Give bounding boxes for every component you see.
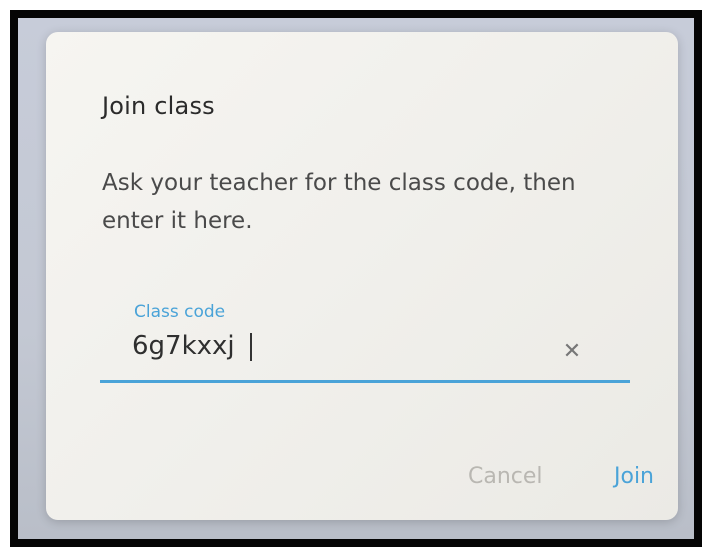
class-code-input[interactable] (132, 326, 552, 366)
close-icon[interactable]: ✕ (560, 340, 584, 364)
class-code-label: Class code (134, 302, 226, 322)
input-underline (100, 380, 630, 383)
join-class-dialog: Join class Ask your teacher for the clas… (46, 32, 678, 520)
screen-frame: Join class Ask your teacher for the clas… (10, 10, 702, 547)
text-cursor (250, 333, 252, 361)
dialog-description: Ask your teacher for the class code, the… (102, 170, 576, 234)
join-button[interactable]: Join (614, 464, 654, 489)
dialog-title: Join class (102, 92, 215, 120)
class-code-field[interactable]: Class code ✕ (100, 280, 630, 390)
cancel-button[interactable]: Cancel (468, 464, 543, 489)
